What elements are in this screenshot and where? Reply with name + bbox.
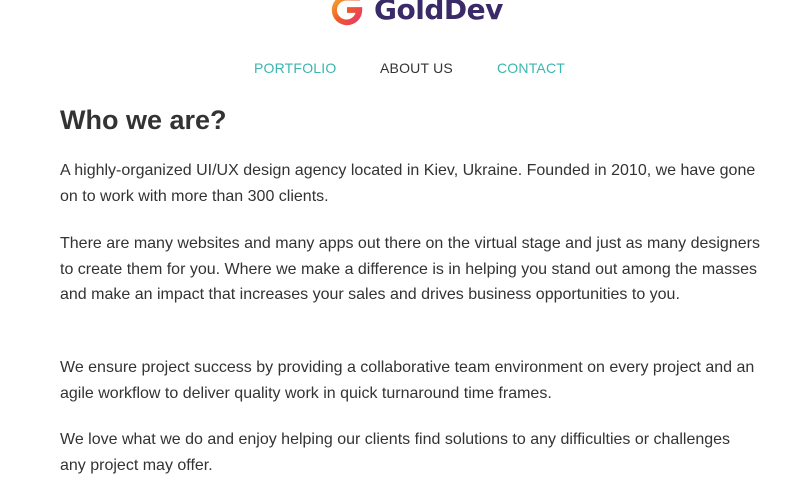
nav-link-portfolio[interactable]: PORTFOLIO — [254, 58, 336, 78]
main-nav: PORTFOLIO ABOUT US CONTACT — [0, 58, 800, 78]
main-content: Who we are? A highly-organized UI/UX des… — [60, 100, 760, 474]
paragraph-success: We ensure project success by providing a… — [60, 359, 755, 402]
site-header: GoldDev — [0, 0, 800, 40]
paragraph-difference: There are many websites and many apps ou… — [60, 235, 760, 303]
paragraph-love: We love what we do and enjoy helping our… — [60, 431, 731, 474]
g-logo-mark-icon — [331, 0, 363, 26]
brand-name: GoldDev — [374, 0, 503, 26]
nav-link-contact[interactable]: CONTACT — [497, 58, 565, 78]
page-title: Who we are? — [60, 105, 227, 135]
nav-link-about-us[interactable]: ABOUT US — [380, 58, 453, 78]
paragraph-intro: A highly-organized UI/UX design agency l… — [60, 162, 756, 205]
brand-logo[interactable]: GoldDev — [328, 0, 503, 30]
